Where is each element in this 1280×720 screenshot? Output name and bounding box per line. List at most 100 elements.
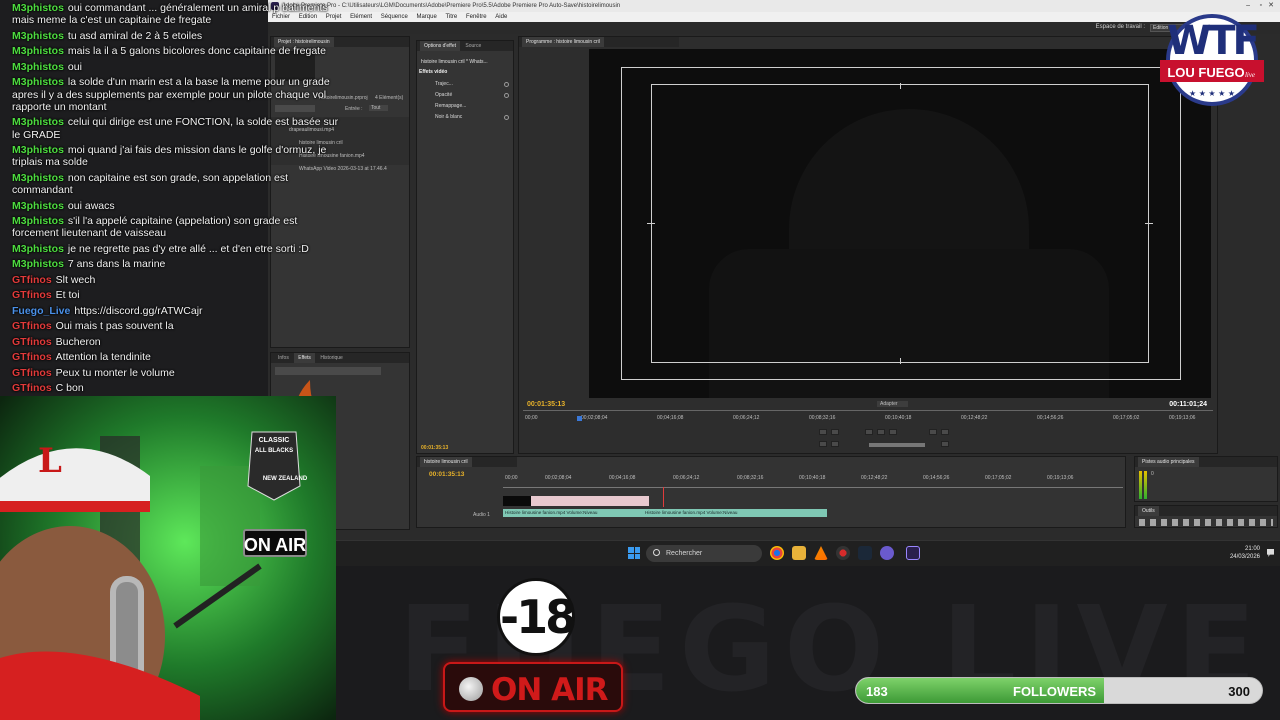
menu-titre[interactable]: Titre: [445, 14, 457, 20]
window-title: Adobe Premiere Pro - C:\Utilisateurs\LGM…: [268, 0, 1280, 12]
play-button[interactable]: [877, 429, 885, 435]
chat-username[interactable]: M3phistos: [12, 76, 64, 88]
chat-message: M3phistos la solde d'un marin est a la ba…: [12, 76, 342, 113]
chat-username[interactable]: M3phistos: [12, 45, 64, 57]
chat-username[interactable]: M3phistos: [12, 172, 64, 184]
tl-ruler-label: 00;19;13;06: [1047, 475, 1074, 481]
chat-username[interactable]: Fuego_Live: [12, 305, 70, 317]
entry-select[interactable]: Tout: [369, 105, 389, 111]
logo-bottom-text: LOU FUEGO: [1167, 65, 1244, 80]
tab-sequence[interactable]: histoire limousin cril: [420, 457, 472, 467]
go-out-button[interactable]: [831, 441, 839, 447]
jog-shuttle[interactable]: [869, 443, 925, 447]
chat-message: M3phistos celui qui dirige est une FONCTI…: [12, 116, 342, 141]
clip-name: histoire limousin cril * Whats...: [421, 59, 488, 65]
chat-text: tu asd amiral de 2 à 5 etoiles: [67, 29, 203, 42]
taskbar-search[interactable]: Rechercher: [646, 545, 762, 562]
step-forward-button[interactable]: [889, 429, 897, 435]
menu-marque[interactable]: Marque: [416, 14, 436, 20]
menu-element[interactable]: Elément: [350, 14, 372, 20]
menu-sequence[interactable]: Séquence: [381, 14, 408, 20]
chat-username[interactable]: M3phistos: [12, 215, 64, 227]
safe-margins-button[interactable]: [941, 429, 949, 435]
chat-username[interactable]: GTfinos: [12, 336, 52, 348]
tab-audio-master[interactable]: Pistes audio principales: [1138, 457, 1199, 467]
chat-text: Et toi: [55, 289, 80, 302]
chat-text: Bucheron: [55, 335, 101, 348]
menu-aide[interactable]: Aide: [495, 14, 507, 20]
go-in-button[interactable]: [819, 441, 827, 447]
on-air-text: ON AIR: [491, 672, 608, 708]
search-icon: [653, 549, 660, 556]
fx-timeremap[interactable]: Remappage...: [435, 103, 466, 109]
tab-program[interactable]: Programme : histoire limousin cril: [522, 37, 604, 47]
menu-fenetre[interactable]: Fenêtre: [466, 14, 487, 20]
clock-time: 21:00: [1244, 546, 1260, 552]
timeline-playhead[interactable]: [663, 487, 664, 507]
chat-username[interactable]: GTfinos: [12, 367, 52, 379]
tab-tools[interactable]: Outils: [1138, 506, 1159, 516]
loop-button[interactable]: [929, 429, 937, 435]
chat-username[interactable]: M3phistos: [12, 30, 64, 42]
obs-icon[interactable]: [836, 546, 850, 560]
premiere-icon[interactable]: [906, 546, 920, 560]
fx-motion[interactable]: Trajec...: [435, 81, 453, 87]
video-clip[interactable]: [503, 496, 531, 506]
tool-icons[interactable]: [1139, 519, 1273, 526]
video-clip[interactable]: [531, 496, 649, 506]
reset-icon[interactable]: [504, 93, 509, 98]
mark-out-button[interactable]: [831, 429, 839, 435]
chat-username[interactable]: M3phistos: [12, 200, 64, 212]
cap-letter: L: [38, 441, 62, 481]
notification-icon[interactable]: [1267, 549, 1274, 557]
file-explorer-icon[interactable]: [792, 546, 806, 560]
fit-select[interactable]: Adapter: [877, 401, 908, 407]
chat-text: Peux tu monter le volume: [55, 366, 175, 379]
chat-username[interactable]: GTfinos: [12, 274, 52, 286]
chat-username[interactable]: M3phistos: [12, 258, 64, 270]
webcam-scene: CLASSIC ALL BLACKS NEW ZEALAND ON AIR L: [0, 396, 336, 720]
lift-button[interactable]: [941, 441, 949, 447]
taskbar-clock[interactable]: 21:00 24/03/2026: [1230, 545, 1260, 561]
playhead-icon[interactable]: [577, 416, 582, 421]
timeline-panel: histoire limousin cril 00:01:35:13 00;00…: [416, 456, 1126, 528]
audio-clip[interactable]: Histoire limousine fanion.mp4 Volume:Niv…: [503, 509, 643, 517]
chat-username[interactable]: GTfinos: [12, 320, 52, 332]
tab-source[interactable]: Source: [461, 41, 485, 51]
followers-current: 183: [866, 684, 888, 699]
tl-ruler-label: 00;06;24;12: [673, 475, 700, 481]
chat-message: M3phistos 7 ans dans la marine: [12, 258, 342, 270]
chat-username[interactable]: GTfinos: [12, 382, 52, 394]
steam-icon[interactable]: [858, 546, 872, 560]
discord-icon[interactable]: [880, 546, 894, 560]
chat-message: Fuego_Live https://discord.gg/rATWCajr: [12, 305, 342, 317]
vlc-icon[interactable]: [814, 546, 828, 560]
chat-message: GTfinos Et toi: [12, 289, 342, 301]
mark-in-button[interactable]: [819, 429, 827, 435]
chat-username[interactable]: M3phistos: [12, 144, 64, 156]
chat-username[interactable]: M3phistos: [12, 61, 64, 73]
audio-clip[interactable]: Histoire limousine fanion.mp4 Volume:Niv…: [643, 509, 827, 517]
program-ruler-line: [523, 410, 1213, 411]
audio-meter-right: [1144, 471, 1147, 499]
fx-blackwhite[interactable]: Noir & blanc: [435, 114, 462, 120]
chrome-icon[interactable]: [770, 546, 784, 560]
entry-label: Entrée :: [345, 106, 363, 112]
reset-icon[interactable]: [504, 115, 509, 120]
fx-opacity[interactable]: Opacité: [435, 92, 452, 98]
reset-icon[interactable]: [504, 82, 509, 87]
tl-ruler-label: 00;04;16;08: [609, 475, 636, 481]
chat-username[interactable]: M3phistos: [12, 243, 64, 255]
sign-newzealand: NEW ZEALAND: [263, 476, 308, 482]
step-back-button[interactable]: [865, 429, 873, 435]
chat-username[interactable]: M3phistos: [12, 2, 64, 14]
tab-effect-options[interactable]: Options d'effet: [420, 41, 460, 51]
close-icon[interactable]: ✕: [1268, 0, 1274, 12]
search-placeholder: Rechercher: [666, 550, 703, 557]
chat-username[interactable]: GTfinos: [12, 351, 52, 363]
chat-username[interactable]: M3phistos: [12, 116, 64, 128]
clock-date: 24/03/2026: [1229, 554, 1260, 560]
chat-username[interactable]: GTfinos: [12, 289, 52, 301]
tl-ruler-label: 00;17;05;02: [985, 475, 1012, 481]
windows-start-icon[interactable]: [628, 547, 640, 559]
